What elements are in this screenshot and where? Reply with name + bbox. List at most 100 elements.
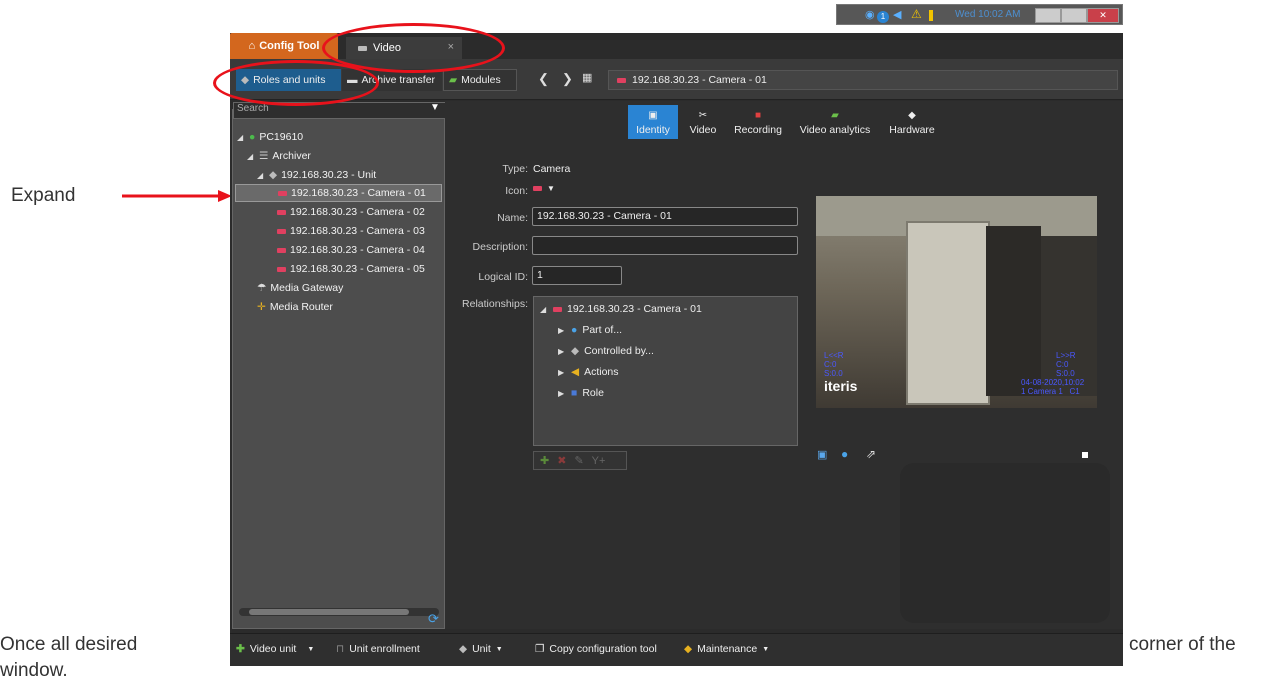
relationship-role[interactable]: ▶ ■ Role [558, 387, 604, 399]
relationship-part-of[interactable]: ▶ ● Part of... [558, 324, 622, 336]
camera-icon [533, 186, 542, 191]
tab-hardware[interactable]: ◆ Hardware [881, 105, 943, 139]
expand-icon[interactable]: ▶ [558, 347, 566, 356]
archive-transfer-label: Archive transfer [361, 74, 436, 86]
unit-button[interactable]: ◆ Unit ▼ [459, 643, 503, 655]
roles-and-units-button[interactable]: ◆ Roles and units [236, 69, 341, 91]
maintenance-label: Maintenance [697, 643, 758, 655]
tree-item-media-router[interactable]: ✛ Media Router [257, 298, 333, 316]
help-icon[interactable]: ● [841, 447, 848, 461]
maximize-preview-icon[interactable] [1082, 452, 1088, 458]
copy-configuration-label: Copy configuration tool [549, 643, 657, 655]
relationship-actions[interactable]: ▶ ◀ Actions [558, 366, 619, 378]
custom-field-icon[interactable]: Y+ [592, 455, 606, 467]
camera-icon [277, 266, 286, 272]
unit-enrollment-label: Unit enrollment [349, 643, 420, 655]
logical-id-field[interactable]: 1 [532, 266, 622, 285]
system-tray: ◉ 1 ◀ ⚠ Wed 10:02 AM ✕ [836, 4, 1123, 25]
description-field[interactable] [532, 236, 798, 255]
unit-label: Unit [472, 643, 491, 655]
tree-item-archiver[interactable]: ◢ ☰ Archiver [247, 147, 311, 165]
tree-item-unit[interactable]: ◢ ◆ 192.168.30.23 - Unit [257, 166, 376, 184]
toolbar: ◆ Roles and units ▬ Archive transfer ▰ M… [230, 59, 1123, 100]
unit-icon: ◆ [241, 74, 250, 86]
server-icon: ● [249, 131, 256, 143]
filter-icon[interactable]: ▼ [430, 102, 440, 113]
refresh-icon[interactable]: ⟳ [428, 611, 439, 627]
unit-icon: ◆ [459, 643, 468, 655]
tab-identity[interactable]: ▣ Identity [628, 105, 678, 139]
chevron-down-icon: ▼ [547, 184, 555, 193]
relationship-controlled-by[interactable]: ▶ ◆ Controlled by... [558, 345, 654, 357]
tree-item-unit-label: 192.168.30.23 - Unit [281, 169, 377, 181]
maximize-button[interactable] [1061, 8, 1087, 23]
tab-video-label: Video [373, 42, 401, 54]
tab-video-config[interactable]: ✂ Video [682, 105, 724, 139]
tree-item-camera-04[interactable]: 192.168.30.23 - Camera - 04 [277, 241, 425, 259]
archive-transfer-button[interactable]: ▬ Archive transfer [342, 69, 442, 91]
breadcrumb-label: 192.168.30.23 - Camera - 01 [632, 74, 767, 86]
history-icon[interactable]: ▦ [582, 71, 592, 84]
logical-id-label: Logical ID: [478, 271, 528, 283]
collapse-icon[interactable]: ◢ [247, 152, 255, 161]
back-arrow-icon[interactable]: ❮ [538, 71, 549, 87]
tab-recording[interactable]: ■ Recording [728, 105, 788, 139]
modules-button[interactable]: ▰ Modules [443, 69, 517, 91]
close-icon[interactable]: × [448, 41, 454, 53]
modules-label: Modules [461, 74, 501, 86]
expand-icon[interactable]: ▶ [558, 326, 566, 335]
chevron-down-icon: ▼ [495, 645, 503, 653]
forward-arrow-icon[interactable]: ❯ [562, 71, 573, 87]
collapse-icon[interactable]: ◢ [237, 133, 245, 142]
scrollbar-thumb[interactable] [249, 609, 409, 615]
camera-silhouette [900, 463, 1110, 623]
hardware-icon: ◆ [908, 110, 916, 121]
tree-item-media-gateway[interactable]: ☂ Media Gateway [257, 279, 343, 297]
expand-icon[interactable]: ▶ [558, 389, 566, 398]
camera-icon [277, 228, 286, 234]
maintenance-button[interactable]: ◆ Maintenance ▼ [684, 643, 769, 655]
tree-item-camera-label: 192.168.30.23 - Camera - 02 [290, 206, 425, 218]
expand-icon[interactable]: ▶ [558, 368, 566, 377]
tab-video-analytics-label: Video analytics [799, 124, 871, 136]
identity-icon: ▣ [648, 110, 658, 121]
copy-configuration-button[interactable]: ❐ Copy configuration tool [535, 643, 657, 655]
volume-icon[interactable]: ◀ [893, 8, 901, 21]
delete-icon[interactable]: ✖ [557, 454, 566, 467]
horizontal-scrollbar[interactable] [239, 608, 439, 616]
name-field[interactable]: 192.168.30.23 - Camera - 01 [532, 207, 798, 226]
video-analytics-icon: ▰ [831, 110, 839, 121]
tree-item-camera-03[interactable]: 192.168.30.23 - Camera - 03 [277, 222, 425, 240]
collapse-icon[interactable]: ◢ [257, 171, 265, 180]
relationships-tree: ◢ 192.168.30.23 - Camera - 01 ▶ ● Part o… [533, 296, 798, 446]
maintenance-icon: ◆ [684, 643, 693, 655]
tree-item-camera-label: 192.168.30.23 - Camera - 05 [290, 263, 425, 275]
add-icon[interactable]: ✚ [540, 454, 549, 467]
tree-item-root[interactable]: ◢ ● PC19610 [237, 128, 303, 146]
tree-item-camera-05[interactable]: 192.168.30.23 - Camera - 05 [277, 260, 425, 278]
search-input[interactable]: Search [233, 102, 446, 119]
relationship-root-label: 192.168.30.23 - Camera - 01 [567, 303, 702, 315]
open-external-icon[interactable]: ⇗ [866, 447, 876, 461]
relationship-label: Actions [584, 366, 619, 378]
edit-icon[interactable]: ✎ [574, 454, 583, 467]
red-arrow [122, 190, 232, 202]
icon-selector[interactable]: ▼ [533, 184, 555, 193]
tree-item-camera-02[interactable]: 192.168.30.23 - Camera - 02 [277, 203, 425, 221]
warning-icon[interactable]: ⚠ [911, 7, 922, 21]
brand-watermark: iteris [824, 378, 858, 394]
network-icon[interactable]: ◉ [865, 8, 875, 21]
tab-video-analytics[interactable]: ▰ Video analytics [791, 105, 879, 139]
tab-config-tool[interactable]: ⌂ Config Tool [230, 33, 338, 59]
tree-item-camera-01[interactable]: 192.168.30.23 - Camera - 01 [235, 184, 442, 202]
minimize-button[interactable] [1035, 8, 1061, 23]
collapse-icon[interactable]: ◢ [540, 305, 548, 314]
video-unit-button[interactable]: ✚ Video unit ▼ [236, 643, 314, 655]
snapshot-icon[interactable]: ▣ [817, 448, 827, 461]
tab-video[interactable]: Video × [346, 37, 462, 59]
close-window-button[interactable]: ✕ [1087, 8, 1119, 23]
home-icon: ⌂ [248, 40, 256, 52]
relationship-root[interactable]: ◢ 192.168.30.23 - Camera - 01 [540, 303, 702, 315]
camera-icon [617, 77, 626, 83]
unit-enrollment-button[interactable]: ⊓ Unit enrollment [336, 643, 420, 655]
